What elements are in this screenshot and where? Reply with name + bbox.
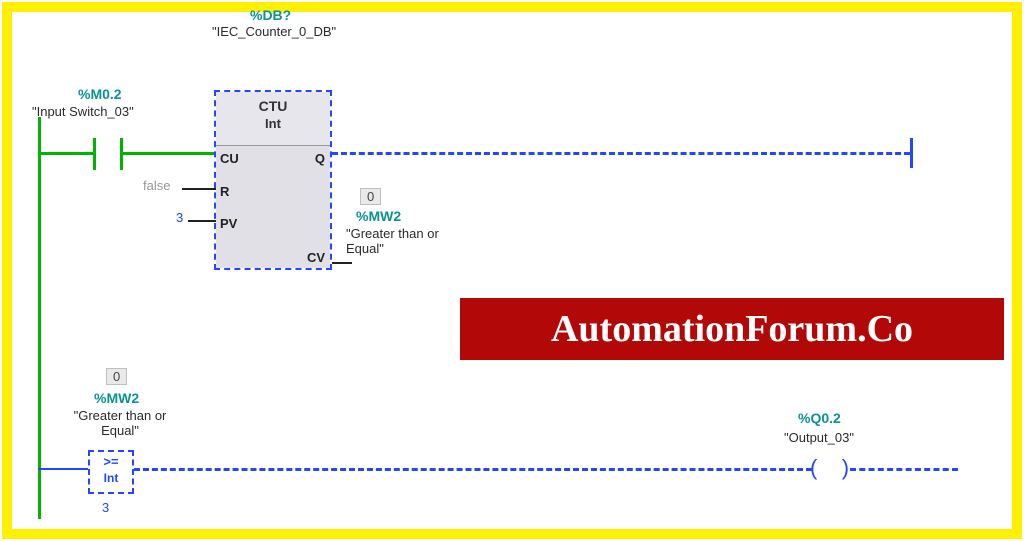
ctu-type: CTU (216, 98, 330, 114)
coil-left-paren: ( (810, 455, 817, 480)
live-value: 0 (360, 188, 381, 205)
wire-dashed (332, 152, 910, 155)
pv-input-value: 3 (176, 210, 183, 225)
pin-r: R (220, 184, 229, 199)
cv-output-symbol: "Greater than or Equal" (346, 226, 456, 256)
db-name: "IEC_Counter_0_DB" (212, 24, 332, 39)
compare-operator: >= (90, 454, 132, 469)
compare-monitor-value: 0 (106, 368, 127, 386)
ctu-datatype: Int (216, 116, 330, 131)
wire (38, 152, 93, 155)
power-rail (38, 117, 41, 519)
connector (182, 188, 216, 190)
output-coil[interactable]: ( ) (810, 455, 849, 481)
ctu-header: CTU Int (216, 92, 330, 146)
compare-block[interactable]: >= Int (88, 450, 134, 494)
wire-end (910, 138, 913, 168)
watermark-banner: AutomationForum.Co (460, 298, 1004, 360)
db-address: %DB? (250, 7, 291, 23)
pin-cv: CV (307, 250, 325, 265)
compare-input-symbol: "Greater than or Equal" (60, 408, 180, 438)
contact-symbol: "Input Switch_03" (32, 104, 134, 119)
no-contact[interactable] (93, 138, 123, 170)
wire-dashed (850, 468, 958, 471)
pin-pv: PV (220, 216, 237, 231)
pin-cu: CU (220, 151, 239, 166)
wire-dashed (134, 468, 812, 471)
connector (332, 262, 352, 264)
ladder-canvas: %DB? "IEC_Counter_0_DB" %M0.2 "Input Swi… (12, 12, 1012, 529)
cv-output-address: %MW2 (356, 208, 401, 224)
wire (122, 152, 216, 155)
compare-datatype: Int (90, 471, 132, 485)
contact-address: %M0.2 (78, 86, 122, 102)
coil-right-paren: ) (842, 455, 849, 480)
wire (38, 468, 88, 470)
ctu-body: CU R PV Q CV (216, 146, 330, 268)
r-input-value: false (143, 178, 170, 193)
pin-q: Q (315, 151, 325, 166)
coil-symbol: "Output_03" (784, 430, 854, 445)
connector (188, 220, 216, 222)
cv-monitor-value: 0 (360, 188, 381, 206)
coil-address: %Q0.2 (798, 410, 841, 426)
ctu-block[interactable]: CTU Int CU R PV Q CV (214, 90, 332, 270)
live-value: 0 (106, 368, 127, 385)
compare-input-address: %MW2 (94, 390, 139, 406)
compare-operand: 3 (102, 500, 109, 515)
